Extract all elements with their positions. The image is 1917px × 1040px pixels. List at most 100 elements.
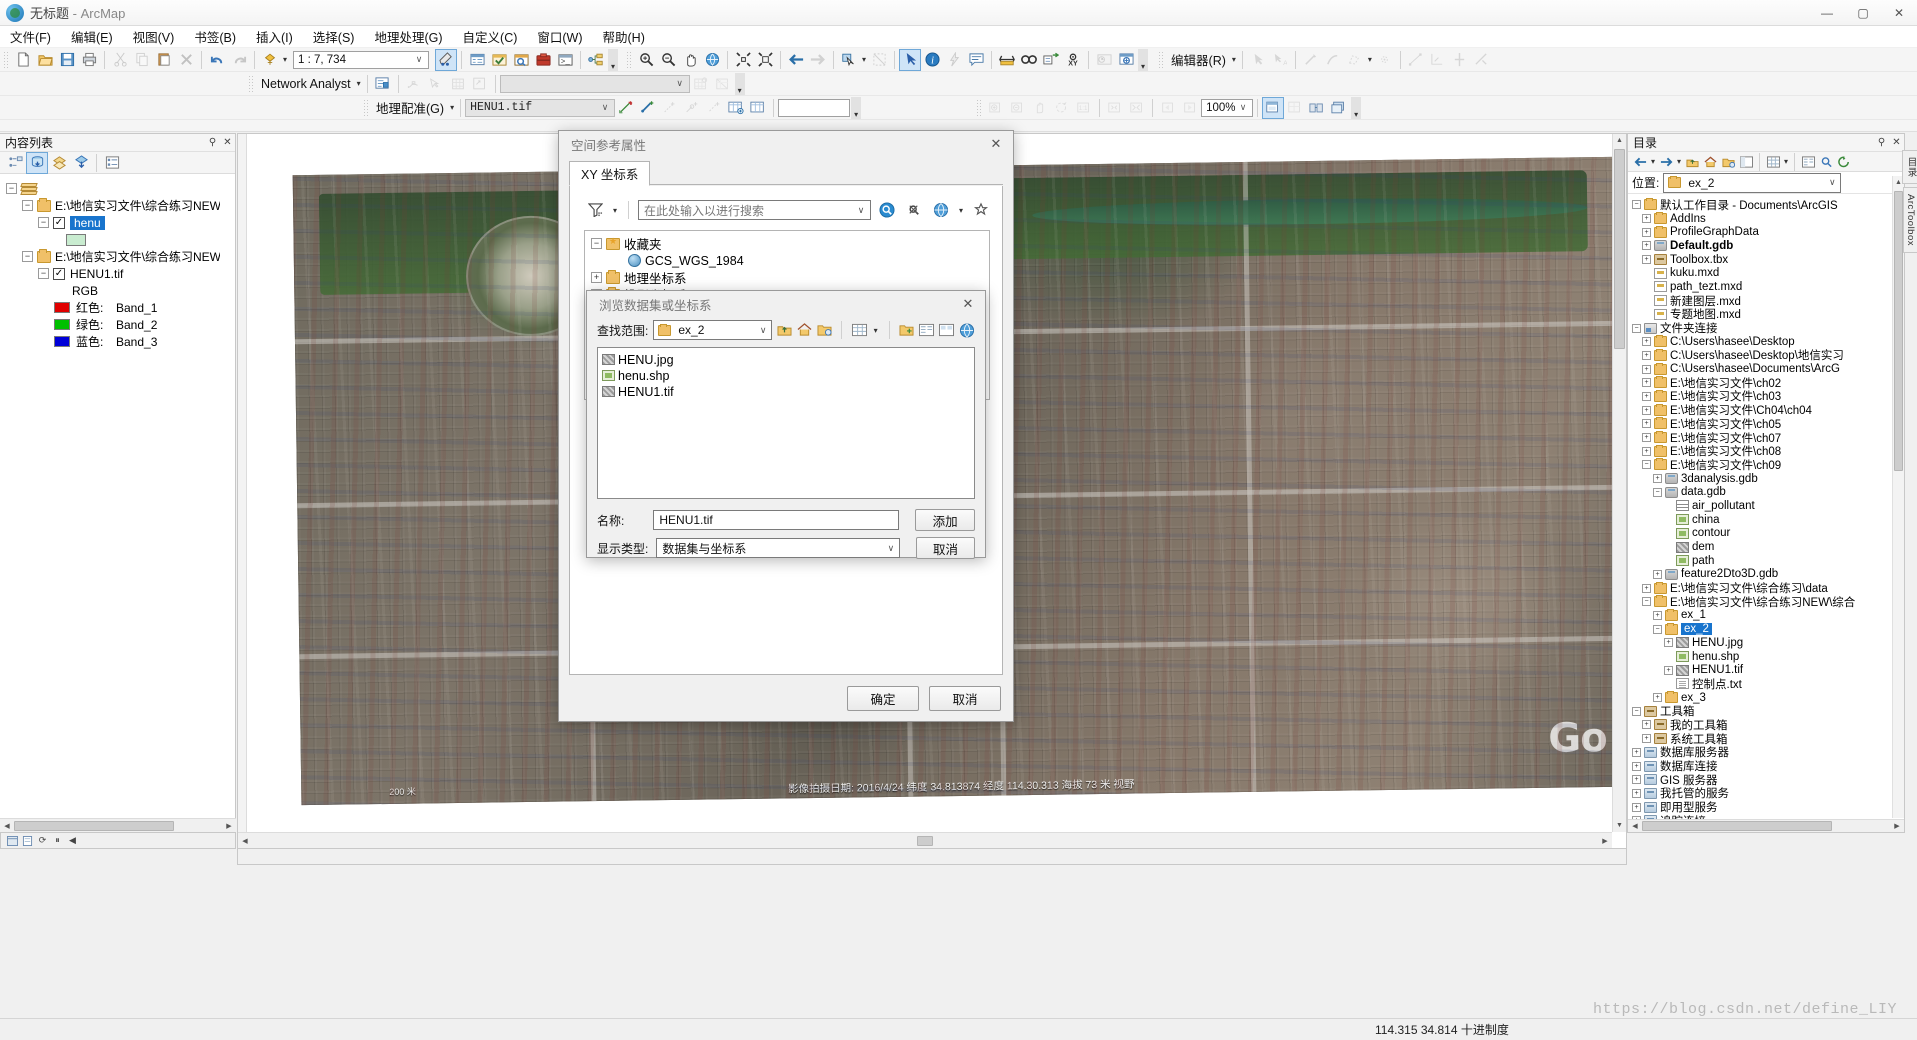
catalog-tree-item[interactable]: + C:\Users\hasee\Desktop\地信实习 xyxy=(1642,348,1904,362)
band-green-swatch[interactable] xyxy=(54,319,70,330)
expander-icon[interactable]: − xyxy=(38,268,49,279)
menu-help[interactable]: 帮助(H) xyxy=(593,25,655,48)
back-dropdown-icon[interactable]: ▾ xyxy=(1651,157,1655,166)
refresh-view-icon[interactable]: ⟳ xyxy=(35,834,50,848)
expander-icon[interactable]: + xyxy=(1632,775,1641,785)
expander-icon[interactable]: − xyxy=(6,183,17,194)
expander-icon[interactable]: + xyxy=(1653,474,1662,484)
fixed-zoom-out-icon[interactable] xyxy=(754,49,776,71)
expander-icon[interactable]: + xyxy=(1632,761,1641,771)
list-by-selection-icon[interactable] xyxy=(70,152,92,174)
tab-xy-coordinate-system[interactable]: XY 坐标系 xyxy=(569,161,651,186)
expander-icon[interactable]: + xyxy=(1642,405,1651,415)
add-control-points-icon[interactable] xyxy=(615,97,637,119)
connect-folder-icon[interactable] xyxy=(1719,153,1737,171)
find-route-icon[interactable] xyxy=(1040,49,1062,71)
go-to-xy-icon[interactable]: XY xyxy=(1062,49,1084,71)
menu-geoprocessing[interactable]: 地理处理(G) xyxy=(364,25,452,48)
python-window-icon[interactable]: >_ xyxy=(554,49,576,71)
zoom-in-icon[interactable] xyxy=(635,49,657,71)
srp-close-button[interactable]: ✕ xyxy=(979,131,1013,157)
toolbar-overflow-button[interactable]: ▾ xyxy=(608,48,619,71)
create-viewer-icon[interactable] xyxy=(1115,49,1137,71)
identify-icon[interactable]: i xyxy=(921,49,943,71)
georeferencing-menu-label[interactable]: 地理配准(G) xyxy=(372,98,448,117)
tools-overflow-button[interactable]: ▾ xyxy=(1138,48,1149,71)
scroll-right-icon[interactable]: ▶ xyxy=(1598,834,1612,847)
side-tab-catalog[interactable]: 目录 xyxy=(1901,150,1917,184)
catalog-location-combo[interactable]: ex_2 ∨ xyxy=(1663,172,1842,193)
back-extent-icon[interactable] xyxy=(785,49,807,71)
toolbar-grip[interactable] xyxy=(248,74,254,93)
na-toolbar-overflow-button[interactable]: ▾ xyxy=(734,72,745,95)
search-icon[interactable] xyxy=(510,49,532,71)
link-table-combo[interactable] xyxy=(778,98,851,117)
globe-icon[interactable] xyxy=(930,200,952,220)
expander-icon[interactable]: − xyxy=(1642,460,1651,470)
split-tool-icon[interactable] xyxy=(1449,49,1471,71)
catalog-tree-item[interactable]: − 文件夹连接 xyxy=(1632,321,1904,335)
link-table-window-icon[interactable] xyxy=(725,97,747,119)
toc-band-blue[interactable]: 蓝色: Band_3 xyxy=(54,333,235,350)
add-data-icon[interactable] xyxy=(259,49,281,71)
expander-icon[interactable]: + xyxy=(1642,364,1651,374)
thumbnails-icon[interactable] xyxy=(959,320,975,340)
georeferencing-dropdown-icon[interactable]: ▾ xyxy=(450,103,454,112)
find-icon[interactable] xyxy=(1018,49,1040,71)
add-button[interactable]: 添加 xyxy=(915,509,975,531)
catalog-tree-item[interactable]: − E:\地信实习文件\综合练习NEW\综合 xyxy=(1642,595,1904,609)
effects-next-icon[interactable] xyxy=(1179,97,1201,119)
browse-close-button[interactable]: ✕ xyxy=(951,291,985,317)
time-slider-icon[interactable] xyxy=(1093,49,1115,71)
chevron-down-icon[interactable]: ∨ xyxy=(412,54,426,65)
expander-icon[interactable]: − xyxy=(1642,597,1651,607)
band-blue-swatch[interactable] xyxy=(54,336,70,347)
expander-icon[interactable]: − xyxy=(1632,323,1641,333)
srp-ok-button[interactable]: 确定 xyxy=(847,686,919,711)
chevron-down-icon[interactable]: ∨ xyxy=(1824,177,1840,188)
expander-icon[interactable]: − xyxy=(591,238,602,249)
catalog-tree-item[interactable]: air_pollutant xyxy=(1664,499,1904,513)
menu-view[interactable]: 视图(V) xyxy=(123,25,185,48)
catalog-tree-item[interactable]: + Default.gdb xyxy=(1642,239,1904,253)
directions-window-icon[interactable] xyxy=(469,73,491,95)
menu-windows[interactable]: 窗口(W) xyxy=(527,25,592,48)
toolbar-grip[interactable] xyxy=(3,50,9,69)
expander-icon[interactable]: + xyxy=(1664,665,1673,675)
reshape-feature-icon[interactable] xyxy=(1427,49,1449,71)
pin-icon[interactable]: ⚲ xyxy=(1874,135,1889,151)
select-network-location-icon[interactable] xyxy=(425,73,447,95)
delete-control-point-icon[interactable] xyxy=(659,97,681,119)
catalog-tree-item[interactable]: − 默认工作目录 - Documents\ArcGIS xyxy=(1632,198,1904,212)
save-icon[interactable] xyxy=(56,49,78,71)
toolbar-grip[interactable] xyxy=(976,98,983,117)
browse-file-list[interactable]: HENU.jpg henu.shp HENU1.tif xyxy=(597,347,975,499)
chevron-down-icon[interactable]: ∨ xyxy=(883,543,899,554)
list-item[interactable]: HENU1.tif xyxy=(602,384,974,399)
scroll-down-icon[interactable]: ▼ xyxy=(1613,819,1626,832)
expander-icon[interactable]: + xyxy=(1632,802,1641,812)
pan-icon[interactable] xyxy=(679,49,701,71)
scrollbar-thumb[interactable] xyxy=(1894,191,1903,471)
toggle-contents-icon[interactable] xyxy=(1737,153,1755,171)
cut-icon[interactable] xyxy=(109,49,131,71)
expander-icon[interactable]: + xyxy=(1642,583,1651,593)
globe-dropdown-icon[interactable]: ▾ xyxy=(959,206,963,215)
details-view-icon[interactable] xyxy=(1799,153,1817,171)
catalog-tree-item[interactable]: + ProfileGraphData xyxy=(1642,225,1904,239)
delete-icon[interactable] xyxy=(175,49,197,71)
image-analysis-window-icon[interactable] xyxy=(1262,96,1285,119)
expander-icon[interactable]: − xyxy=(1653,624,1662,634)
mosaic-icon[interactable] xyxy=(1284,97,1306,119)
toolbar-grip[interactable] xyxy=(626,50,633,69)
add-data-dropdown-icon[interactable]: ▾ xyxy=(283,55,287,64)
chevron-down-icon[interactable]: ∨ xyxy=(1236,102,1250,113)
network-analyst-dropdown-icon[interactable]: ▾ xyxy=(357,79,361,88)
catalog-tree-item[interactable]: + ex_1 xyxy=(1653,608,1904,623)
clear-selection-icon[interactable] xyxy=(868,49,890,71)
catalog-tree-item[interactable]: henu.shp xyxy=(1664,650,1904,664)
expander-icon[interactable]: + xyxy=(1642,241,1651,251)
layer-visibility-checkbox[interactable]: ✓ xyxy=(53,216,65,229)
expander-icon[interactable]: + xyxy=(1642,433,1651,443)
effects-pan-icon[interactable] xyxy=(1029,97,1051,119)
